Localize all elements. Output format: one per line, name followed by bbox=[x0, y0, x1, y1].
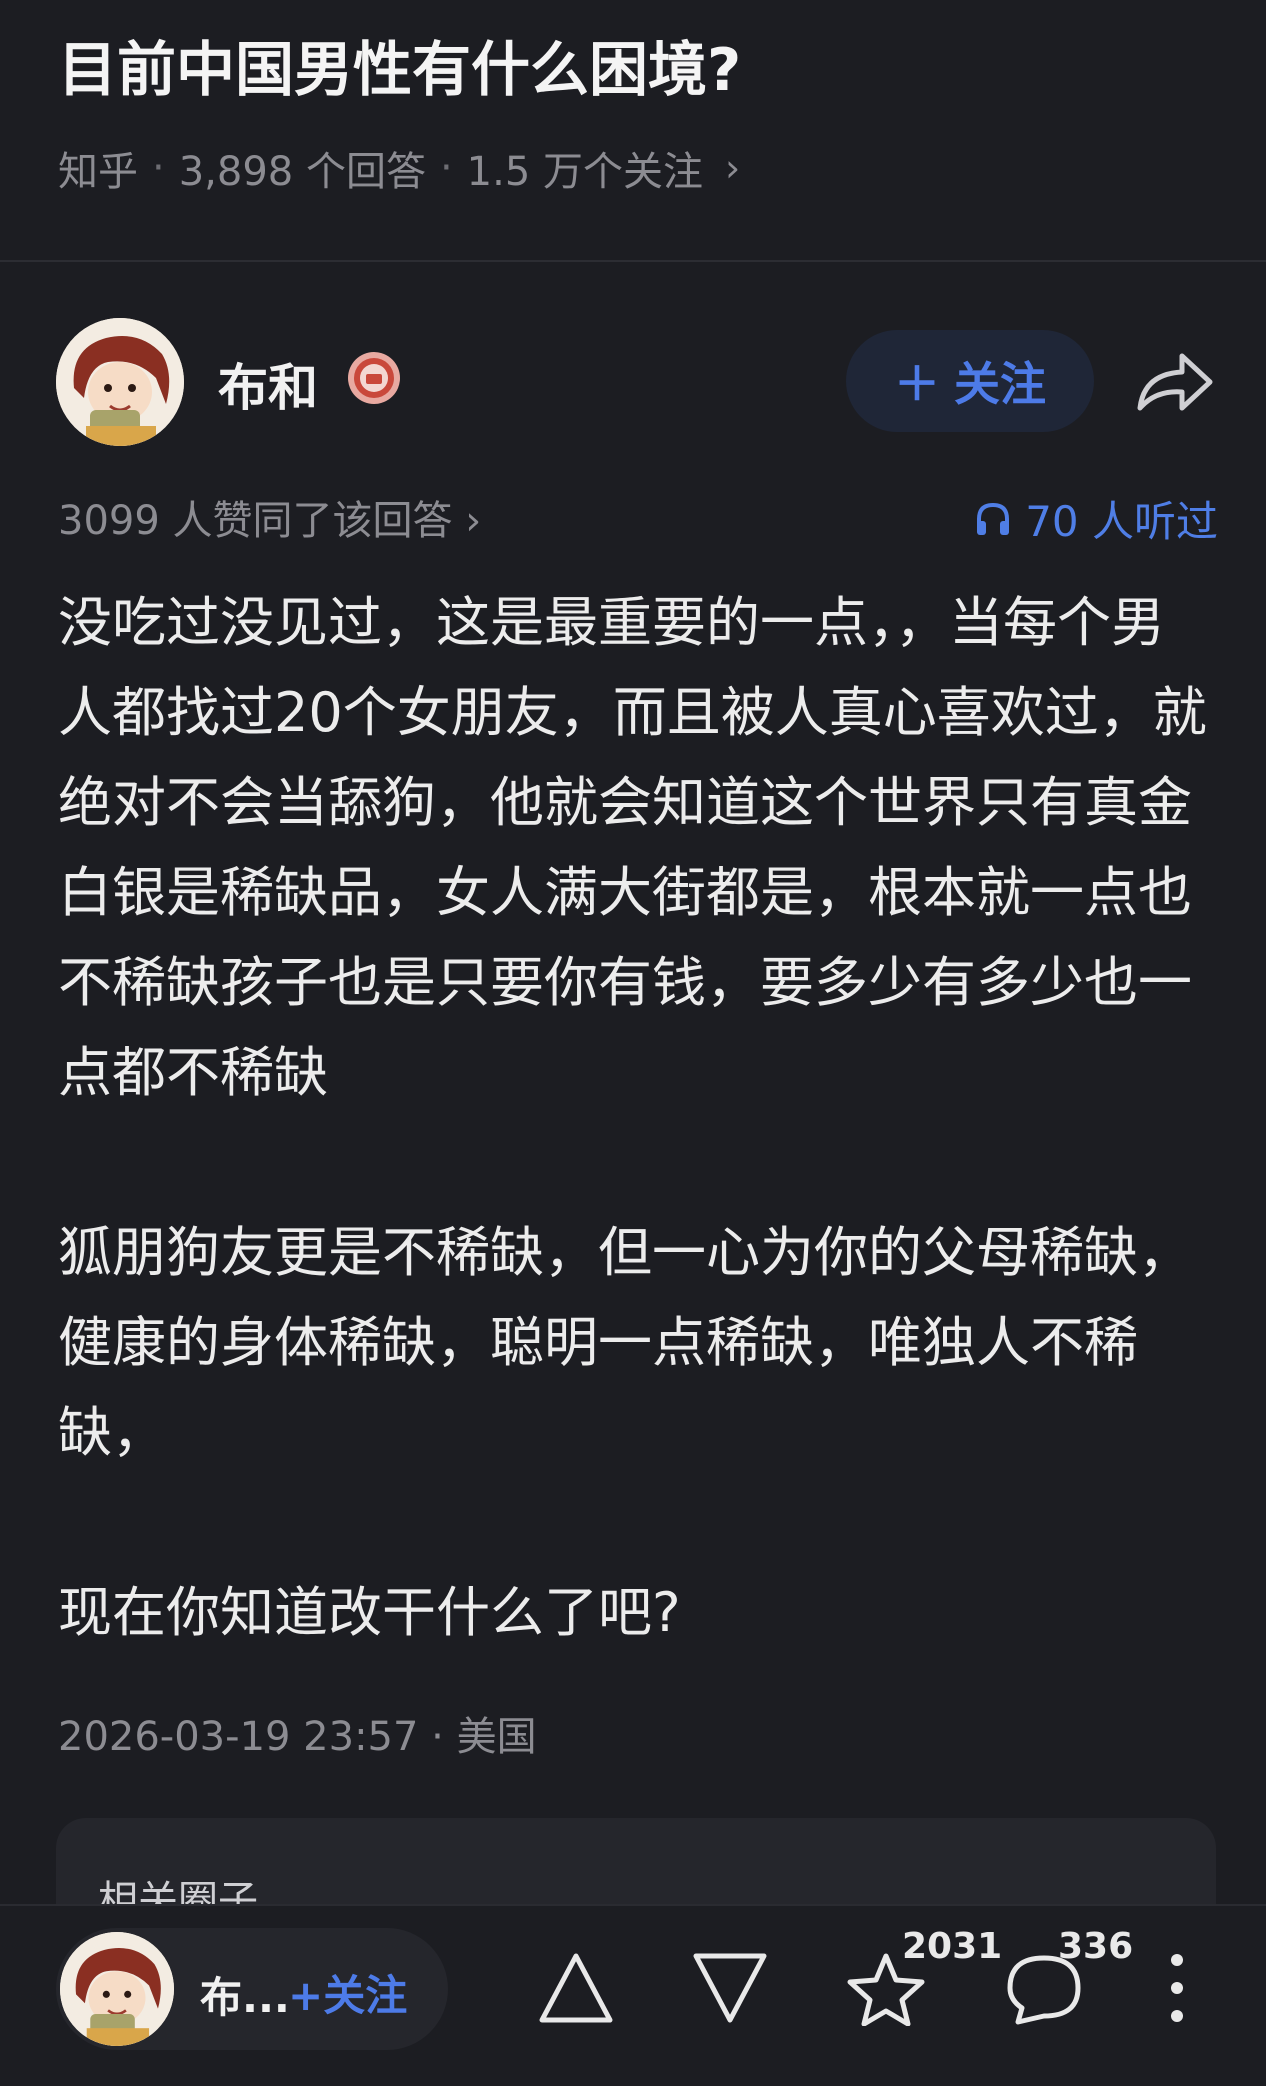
follow-label: 关注 bbox=[954, 357, 1046, 411]
answer-paragraph: 现在你知道改干什么了吧? bbox=[58, 1581, 681, 1644]
separator-dot: · bbox=[431, 1714, 457, 1760]
stats-row: 3099 人赞同了该回答 › 70 人听过 bbox=[58, 488, 1218, 546]
answer-paragraph: 狐朋狗友更是不稀缺，但一心为你的父母稀缺，健康的身体稀缺，聪明一点稀缺，唯独人不… bbox=[58, 1221, 1192, 1464]
post-timestamp: 2026-03-19 23:57 · 美国 bbox=[58, 1704, 537, 1762]
author-mini-pill[interactable]: 布... +关注 bbox=[56, 1928, 448, 2050]
follower-count: 1.5 万个关注 bbox=[466, 149, 703, 195]
chevron-right-icon: › bbox=[465, 498, 482, 544]
separator-dot: · bbox=[439, 145, 453, 191]
headphones-icon bbox=[977, 502, 1010, 535]
chevron-right-icon: › bbox=[725, 146, 741, 190]
author-avatar[interactable] bbox=[56, 318, 184, 446]
follow-button[interactable]: ＋ 关注 bbox=[846, 330, 1094, 432]
separator-dot: · bbox=[152, 145, 165, 191]
more-options-icon[interactable] bbox=[1160, 1950, 1194, 2026]
answer-content: 没吃过没见过，这是最重要的一点，，当每个男人都找过20个女朋友，而且被人真心喜欢… bbox=[58, 578, 1208, 1658]
author-row: 布和 ＋ 关注 bbox=[56, 318, 1216, 450]
author-name[interactable]: 布和 bbox=[218, 348, 318, 420]
upvote-icon[interactable] bbox=[536, 1950, 616, 2026]
medal-badge-icon bbox=[348, 352, 400, 404]
comment-count: 336 bbox=[1058, 1926, 1134, 1967]
share-icon[interactable] bbox=[1134, 348, 1214, 416]
upvote-summary[interactable]: 3099 人赞同了该回答 › bbox=[58, 488, 481, 546]
plus-icon: ＋ bbox=[894, 357, 940, 411]
bottom-action-bar: 布... +关注 2031 336 bbox=[0, 1904, 1266, 2086]
answer-count: 3,898 个回答 bbox=[178, 149, 426, 195]
divider bbox=[0, 260, 1266, 262]
mini-follow-button[interactable]: +关注 bbox=[288, 1962, 407, 2023]
listen-indicator[interactable]: 70 人听过 bbox=[973, 488, 1218, 549]
plus-icon: + bbox=[288, 1971, 324, 2020]
downvote-icon[interactable] bbox=[690, 1950, 770, 2026]
question-meta[interactable]: 知乎 · 3,898 个回答 · 1.5 万个关注 › bbox=[58, 138, 740, 198]
upvote-count: 3099 人赞同了该回答 bbox=[58, 498, 453, 544]
question-title[interactable]: 目前中国男性有什么困境? bbox=[58, 30, 1218, 110]
answer-paragraph: 没吃过没见过，这是最重要的一点，，当每个男人都找过20个女朋友，而且被人真心喜欢… bbox=[58, 591, 1207, 1104]
author-mini-name[interactable]: 布... bbox=[200, 1964, 290, 2025]
favorite-count: 2031 bbox=[902, 1926, 1003, 1967]
post-location: 美国 bbox=[456, 1714, 537, 1760]
post-time: 2026-03-19 23:57 bbox=[58, 1714, 419, 1760]
author-mini-avatar[interactable] bbox=[60, 1932, 174, 2046]
source-label: 知乎 bbox=[58, 149, 138, 195]
listen-count: 70 人听过 bbox=[1025, 497, 1218, 546]
mini-follow-label: 关注 bbox=[323, 1971, 408, 2020]
